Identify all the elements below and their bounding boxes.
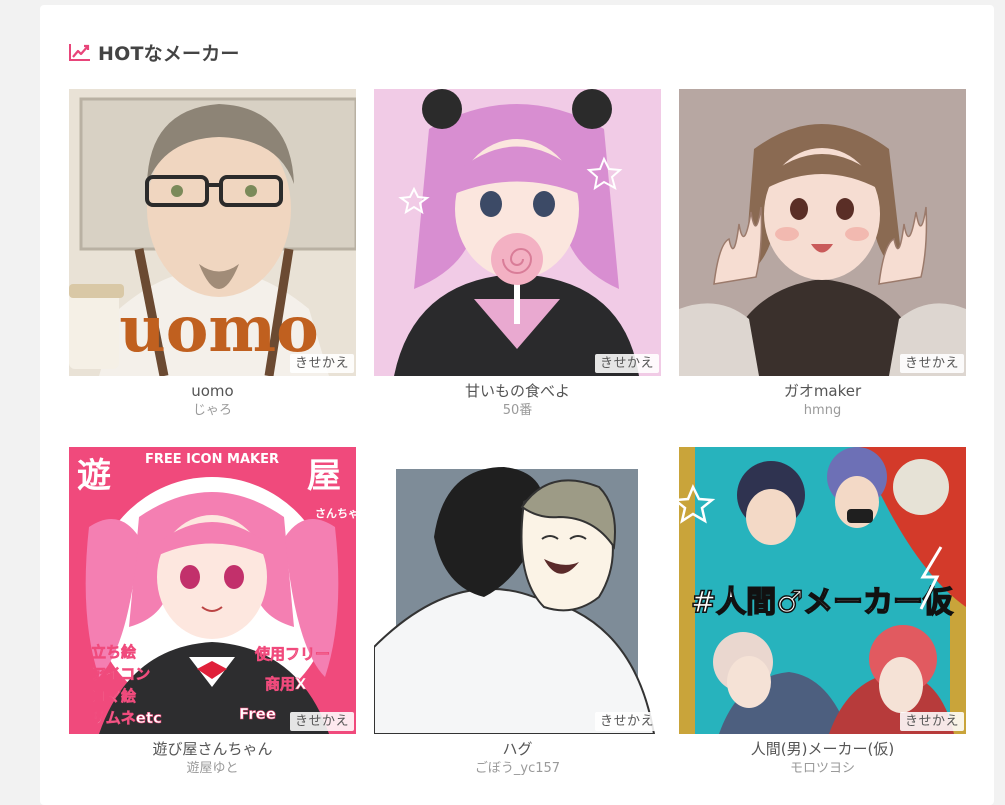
svg-text:使用フリー: 使用フリー	[254, 645, 330, 663]
maker-card-ningen-otoko[interactable]: #人間♂メーカー仮 きせかえ 人間(男)メーカー(仮) モロツヨシ	[679, 447, 966, 805]
kisekae-badge: きせかえ	[899, 354, 964, 373]
maker-thumbnail-image: #人間♂メーカー仮	[679, 447, 966, 734]
maker-thumbnail[interactable]: きせかえ	[374, 89, 661, 376]
svg-text:商用X: 商用X	[265, 675, 307, 693]
maker-thumbnail-image: uomo	[69, 89, 356, 376]
kisekae-badge: きせかえ	[594, 712, 659, 731]
maker-name[interactable]: uomo	[69, 382, 356, 400]
maker-author[interactable]: ごぼう_yc157	[374, 761, 661, 777]
maker-name[interactable]: ハグ	[374, 740, 661, 758]
hot-makers-panel: HOTなメーカー uomo きせかえ uomo じゃろ きせかえ 甘いもの食べよ…	[40, 5, 994, 805]
maker-card-amaimono[interactable]: きせかえ 甘いもの食べよ 50番	[374, 89, 661, 447]
trending-up-icon	[69, 44, 90, 61]
maker-author[interactable]: じゃろ	[69, 403, 356, 419]
maker-name[interactable]: 遊び屋さんちゃん	[69, 740, 356, 758]
maker-author[interactable]: 遊屋ゆと	[69, 761, 356, 777]
maker-name[interactable]: ガオmaker	[679, 382, 966, 400]
section-title: HOTなメーカー	[98, 42, 240, 65]
svg-text:#人間♂メーカー仮: #人間♂メーカー仮	[691, 585, 954, 620]
svg-text:遊: 遊	[77, 456, 111, 496]
svg-text:uomo: uomo	[119, 292, 319, 367]
kisekae-badge: きせかえ	[899, 712, 964, 731]
kisekae-badge: きせかえ	[289, 712, 354, 731]
maker-name[interactable]: 人間(男)メーカー(仮)	[679, 740, 966, 758]
maker-thumbnail-image	[679, 89, 966, 376]
maker-card-hug[interactable]: きせかえ ハグ ごぼう_yc157	[374, 447, 661, 805]
svg-text:サムネetc: サムネetc	[91, 709, 162, 727]
svg-text:FREE ICON MAKER: FREE ICON MAKER	[145, 452, 279, 467]
svg-text:さんちゃん: さんちゃん	[315, 507, 356, 520]
maker-author[interactable]: hmng	[679, 403, 966, 419]
maker-author[interactable]: 50番	[374, 403, 661, 419]
maker-card-uomo[interactable]: uomo きせかえ uomo じゃろ	[69, 89, 356, 447]
maker-author[interactable]: モロツヨシ	[679, 761, 966, 777]
svg-text:立ち絵: 立ち絵	[91, 643, 136, 661]
svg-text:屋: 屋	[307, 456, 341, 496]
maker-thumbnail-image: FREE ICON MAKER 遊 屋 さんちゃん 立ち絵 アイコン コマ絵 サ…	[69, 447, 356, 734]
svg-text:Free: Free	[239, 705, 276, 723]
maker-card-asobiya[interactable]: FREE ICON MAKER 遊 屋 さんちゃん 立ち絵 アイコン コマ絵 サ…	[69, 447, 356, 805]
maker-thumbnail-image	[374, 89, 661, 376]
maker-thumbnail[interactable]: きせかえ	[374, 447, 661, 734]
maker-thumbnail[interactable]: #人間♂メーカー仮 きせかえ	[679, 447, 966, 734]
kisekae-badge: きせかえ	[289, 354, 354, 373]
maker-thumbnail[interactable]: uomo きせかえ	[69, 89, 356, 376]
svg-text:アイコン: アイコン	[91, 665, 150, 683]
maker-thumbnail[interactable]: FREE ICON MAKER 遊 屋 さんちゃん 立ち絵 アイコン コマ絵 サ…	[69, 447, 356, 734]
section-heading: HOTなメーカー	[68, 39, 240, 65]
maker-thumbnail-image	[374, 447, 661, 734]
maker-grid: uomo きせかえ uomo じゃろ きせかえ 甘いもの食べよ 50番 きせかえ…	[69, 89, 966, 805]
maker-name[interactable]: 甘いもの食べよ	[374, 382, 661, 400]
kisekae-badge: きせかえ	[594, 354, 659, 373]
maker-card-gao[interactable]: きせかえ ガオmaker hmng	[679, 89, 966, 447]
maker-thumbnail[interactable]: きせかえ	[679, 89, 966, 376]
svg-text:コマ絵: コマ絵	[91, 687, 136, 705]
